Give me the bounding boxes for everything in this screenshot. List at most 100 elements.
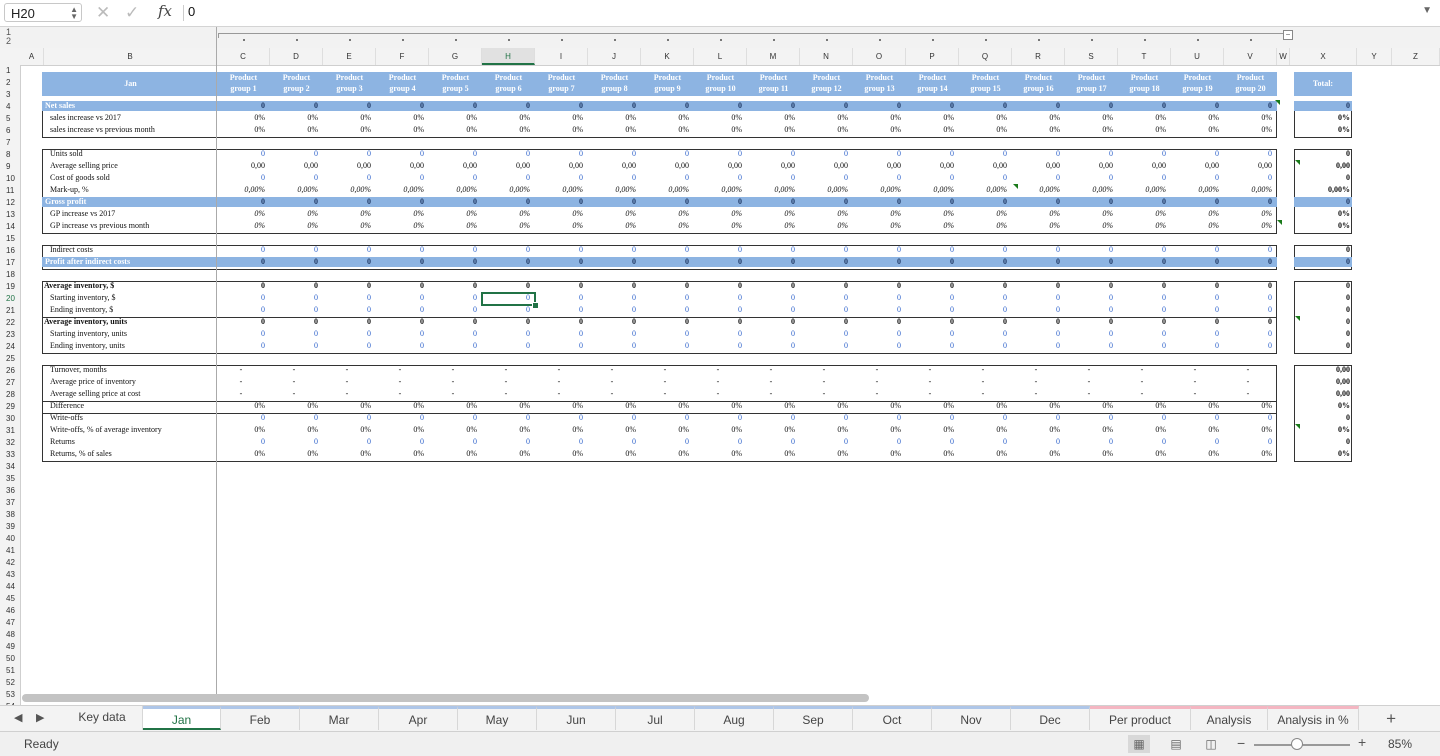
data-cell[interactable]: 0% xyxy=(482,425,530,435)
data-cell[interactable]: 0 xyxy=(376,317,424,327)
data-cell[interactable]: 0,00 xyxy=(694,161,742,171)
data-cell[interactable]: 0 xyxy=(588,281,636,291)
data-cell[interactable]: 0 xyxy=(588,101,636,111)
tab-scroll-left-icon[interactable]: ◀ xyxy=(14,711,22,724)
data-cell[interactable]: 0 xyxy=(429,329,477,339)
total-cell[interactable]: 0 xyxy=(1294,257,1350,267)
data-cell[interactable]: 0 xyxy=(747,293,795,303)
data-cell[interactable]: 0 xyxy=(535,305,583,315)
data-cell[interactable]: 0,00 xyxy=(482,161,530,171)
name-box[interactable]: H20 ▲ ▼ xyxy=(4,3,82,22)
data-cell[interactable]: 0 xyxy=(270,317,318,327)
data-cell[interactable]: 0% xyxy=(747,449,795,459)
data-cell[interactable]: 0% xyxy=(535,425,583,435)
data-cell[interactable]: 0 xyxy=(1118,305,1166,315)
error-indicator-icon[interactable] xyxy=(1295,424,1300,429)
data-cell[interactable]: 0% xyxy=(1171,209,1219,219)
data-cell[interactable]: 0,00% xyxy=(429,185,477,195)
total-cell[interactable]: 0 xyxy=(1294,317,1350,327)
data-cell[interactable]: 0% xyxy=(641,209,689,219)
column-header-G[interactable]: G xyxy=(429,48,482,65)
data-cell[interactable]: 0,00 xyxy=(641,161,689,171)
data-cell[interactable]: 0 xyxy=(217,245,265,255)
column-header-J[interactable]: J xyxy=(588,48,641,65)
data-cell[interactable]: 0 xyxy=(747,173,795,183)
data-cell[interactable]: 0 xyxy=(588,257,636,267)
data-cell[interactable]: - xyxy=(535,389,583,399)
data-cell[interactable]: 0,00% xyxy=(588,185,636,195)
data-cell[interactable]: 0 xyxy=(747,149,795,159)
data-cell[interactable]: 0 xyxy=(853,257,901,267)
row-header-23[interactable]: 23 xyxy=(0,330,20,339)
data-cell[interactable]: 0% xyxy=(1012,449,1060,459)
data-cell[interactable]: 0% xyxy=(376,449,424,459)
data-cell[interactable]: 0 xyxy=(323,197,371,207)
data-cell[interactable]: 0 xyxy=(270,197,318,207)
column-header-L[interactable]: L xyxy=(694,48,747,65)
data-cell[interactable]: 0 xyxy=(376,245,424,255)
data-cell[interactable]: - xyxy=(800,377,848,387)
data-cell[interactable]: 0 xyxy=(800,197,848,207)
data-cell[interactable]: 0,00 xyxy=(270,161,318,171)
data-cell[interactable]: 0 xyxy=(1012,245,1060,255)
data-cell[interactable]: 0% xyxy=(1224,449,1272,459)
row-header-26[interactable]: 26 xyxy=(0,366,20,375)
data-cell[interactable]: 0% xyxy=(959,425,1007,435)
total-cell[interactable]: 0% xyxy=(1294,401,1350,411)
normal-view-icon[interactable]: ▦ xyxy=(1128,735,1150,753)
data-cell[interactable]: 0 xyxy=(800,293,848,303)
data-cell[interactable]: - xyxy=(270,365,318,375)
data-cell[interactable]: 0 xyxy=(482,149,530,159)
data-cell[interactable]: 0% xyxy=(747,125,795,135)
data-cell[interactable]: 0 xyxy=(906,329,954,339)
data-cell[interactable]: - xyxy=(270,377,318,387)
data-cell[interactable]: - xyxy=(1224,365,1272,375)
product-group-header[interactable]: Product group 1 xyxy=(217,72,270,94)
data-cell[interactable]: - xyxy=(641,389,689,399)
row-header-15[interactable]: 15 xyxy=(0,234,20,243)
data-cell[interactable]: 0% xyxy=(588,425,636,435)
data-cell[interactable]: 0% xyxy=(1224,209,1272,219)
data-cell[interactable]: 0% xyxy=(853,221,901,231)
data-cell[interactable]: 0 xyxy=(535,173,583,183)
data-cell[interactable]: 0 xyxy=(1171,305,1219,315)
data-cell[interactable]: 0 xyxy=(482,245,530,255)
data-cell[interactable]: 0 xyxy=(641,173,689,183)
data-cell[interactable]: 0 xyxy=(482,197,530,207)
data-cell[interactable]: 0% xyxy=(1012,401,1060,411)
data-cell[interactable]: 0 xyxy=(1171,245,1219,255)
data-cell[interactable]: 0 xyxy=(959,317,1007,327)
total-cell[interactable]: 0 xyxy=(1294,329,1350,339)
data-cell[interactable]: - xyxy=(906,365,954,375)
data-cell[interactable]: 0 xyxy=(376,101,424,111)
data-cell[interactable]: - xyxy=(1118,365,1166,375)
data-cell[interactable]: - xyxy=(323,365,371,375)
column-header-Z[interactable]: Z xyxy=(1392,48,1440,65)
data-cell[interactable]: - xyxy=(853,365,901,375)
data-cell[interactable]: 0,00% xyxy=(217,185,265,195)
data-cell[interactable]: - xyxy=(482,389,530,399)
data-cell[interactable]: 0 xyxy=(959,257,1007,267)
row-header-25[interactable]: 25 xyxy=(0,354,20,363)
data-cell[interactable]: 0 xyxy=(853,281,901,291)
data-cell[interactable]: - xyxy=(694,389,742,399)
data-cell[interactable]: 0,00% xyxy=(800,185,848,195)
total-cell[interactable]: 0% xyxy=(1294,449,1350,459)
data-cell[interactable]: 0 xyxy=(694,149,742,159)
column-header-X[interactable]: X xyxy=(1290,48,1357,65)
row-header-19[interactable]: 19 xyxy=(0,282,20,291)
data-cell[interactable]: 0 xyxy=(641,245,689,255)
data-cell[interactable]: - xyxy=(800,365,848,375)
data-cell[interactable]: 0% xyxy=(535,221,583,231)
data-cell[interactable]: 0 xyxy=(1171,317,1219,327)
sheet-tab-apr[interactable]: Apr xyxy=(379,706,458,730)
data-cell[interactable]: 0 xyxy=(323,305,371,315)
data-cell[interactable]: 0% xyxy=(323,113,371,123)
data-cell[interactable]: 0 xyxy=(270,281,318,291)
total-cell[interactable]: 0% xyxy=(1294,113,1350,123)
outline-level-2-button[interactable]: 2 xyxy=(6,36,11,46)
data-cell[interactable]: 0 xyxy=(747,197,795,207)
data-cell[interactable]: 0 xyxy=(1171,101,1219,111)
data-cell[interactable]: 0% xyxy=(535,113,583,123)
data-cell[interactable]: 0 xyxy=(1118,149,1166,159)
